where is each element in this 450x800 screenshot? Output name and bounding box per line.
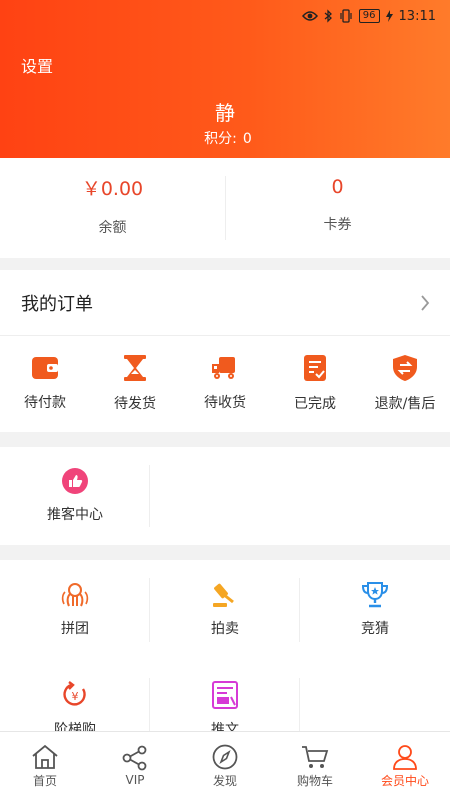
settings-link[interactable]: 设置 bbox=[21, 53, 53, 77]
referral-center-button[interactable]: 推客中心 bbox=[0, 447, 150, 545]
my-orders-section: 我的订单 待付款 待发货 待收货 已完成 退款/售后 bbox=[0, 270, 450, 432]
gavel-icon bbox=[211, 582, 239, 608]
auction-label: 拍卖 bbox=[211, 621, 239, 637]
bluetooth-icon bbox=[324, 9, 333, 23]
member-center-page: 96 13:11 设置 静 积分: 0 ￥0.00 余额 0 卡券 我的订单 待… bbox=[0, 0, 450, 800]
svg-text:¥: ¥ bbox=[72, 690, 79, 703]
thumbs-up-icon bbox=[62, 468, 88, 494]
order-pending-payment[interactable]: 待付款 bbox=[0, 336, 90, 432]
tab-vip-label: VIP bbox=[125, 773, 145, 787]
order-status-row: 待付款 待发货 待收货 已完成 退款/售后 bbox=[0, 336, 450, 432]
order-pending-payment-label: 待付款 bbox=[24, 395, 66, 411]
tab-home[interactable]: 首页 bbox=[0, 732, 90, 800]
tab-member-center[interactable]: 会员中心 bbox=[360, 732, 450, 800]
refund-shield-icon bbox=[393, 355, 417, 381]
bottom-tab-bar: 首页 VIP 发现 购物车 会员中心 bbox=[0, 731, 450, 800]
balance-label: 余额 bbox=[98, 219, 127, 236]
trophy-icon bbox=[361, 582, 389, 608]
vibrate-icon bbox=[339, 9, 353, 23]
tab-home-label: 首页 bbox=[32, 773, 57, 788]
home-icon bbox=[31, 744, 59, 770]
order-refund-aftersale[interactable]: 退款/售后 bbox=[360, 336, 450, 432]
tools-section: 拼团 拍卖 竞猜 ¥ 阶梯购 推文 bbox=[0, 560, 450, 742]
quiz-label: 竞猜 bbox=[361, 621, 389, 637]
username: 静 bbox=[215, 101, 235, 125]
eye-icon bbox=[301, 10, 318, 22]
profile-header: 96 13:11 设置 静 积分: 0 bbox=[0, 0, 450, 158]
auction-button[interactable]: 拍卖 bbox=[150, 560, 300, 660]
compass-icon bbox=[211, 744, 239, 770]
checklist-icon bbox=[304, 355, 326, 381]
tab-discover[interactable]: 发现 bbox=[180, 732, 270, 800]
quiz-button[interactable]: 竞猜 bbox=[300, 560, 450, 660]
wallet-summary: ￥0.00 余额 0 卡券 bbox=[0, 158, 450, 258]
my-orders-title: 我的订单 bbox=[21, 293, 93, 315]
tab-vip[interactable]: VIP bbox=[90, 732, 180, 800]
balance-cell[interactable]: ￥0.00 余额 bbox=[0, 158, 225, 258]
my-orders-header[interactable]: 我的订单 bbox=[0, 270, 450, 336]
order-pending-receipt[interactable]: 待收货 bbox=[180, 336, 270, 432]
truck-icon bbox=[211, 356, 239, 380]
coupons-cell[interactable]: 0 卡券 bbox=[225, 158, 450, 258]
tab-member-center-label: 会员中心 bbox=[380, 773, 429, 788]
cart-icon bbox=[301, 744, 329, 770]
hourglass-icon bbox=[124, 355, 146, 381]
battery-indicator: 96 bbox=[358, 9, 380, 23]
clock-time: 13:11 bbox=[398, 8, 436, 24]
order-pending-receipt-label: 待收货 bbox=[204, 395, 246, 411]
group-buy-label: 拼团 bbox=[61, 621, 89, 637]
user-icon bbox=[391, 744, 419, 770]
referral-center-label: 推客中心 bbox=[47, 507, 103, 523]
order-pending-shipment-label: 待发货 bbox=[114, 396, 156, 412]
wallet-icon bbox=[32, 356, 58, 380]
order-completed-label: 已完成 bbox=[294, 396, 336, 412]
group-icon bbox=[61, 582, 89, 608]
share-icon bbox=[121, 745, 149, 771]
ladder-buy-icon: ¥ bbox=[61, 681, 89, 709]
tab-cart-label: 购物车 bbox=[296, 773, 333, 788]
chevron-right-icon bbox=[420, 294, 430, 312]
group-buy-button[interactable]: 拼团 bbox=[0, 560, 150, 660]
balance-value: ￥0.00 bbox=[81, 177, 144, 200]
coupons-label: 卡券 bbox=[323, 217, 352, 233]
order-refund-aftersale-label: 退款/售后 bbox=[374, 396, 436, 412]
points-label: 积分: bbox=[204, 131, 237, 147]
tab-discover-label: 发现 bbox=[212, 773, 237, 788]
status-bar: 96 13:11 bbox=[301, 6, 436, 26]
article-icon bbox=[212, 681, 238, 709]
tab-cart[interactable]: 购物车 bbox=[270, 732, 360, 800]
order-completed[interactable]: 已完成 bbox=[270, 336, 360, 432]
order-pending-shipment[interactable]: 待发货 bbox=[90, 336, 180, 432]
promo-section: 推客中心 bbox=[0, 447, 450, 545]
points-value: 0 bbox=[242, 131, 252, 147]
points-display: 积分: 0 bbox=[0, 128, 450, 148]
coupons-value: 0 bbox=[331, 176, 344, 198]
charging-icon bbox=[385, 10, 393, 22]
